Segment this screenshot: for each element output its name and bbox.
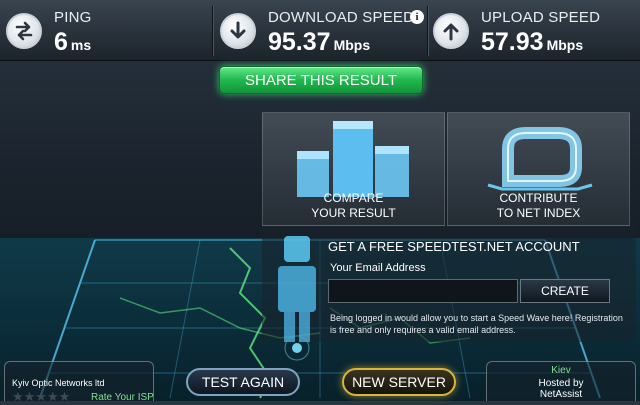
contribute-line2: TO NET INDEX xyxy=(496,206,581,220)
ping-arrows-icon xyxy=(6,13,42,49)
divider xyxy=(212,6,213,56)
contribute-panel[interactable]: CONTRIBUTE TO NET INDEX xyxy=(447,112,630,226)
create-account-button[interactable]: CREATE xyxy=(520,279,610,303)
contribute-line1: CONTRIBUTE xyxy=(499,191,578,205)
compare-line1: COMPARE xyxy=(323,191,384,205)
account-title: GET A FREE SPEEDTEST.NET ACCOUNT xyxy=(328,239,580,254)
download-metric: DOWNLOAD SPEED 95.37 Mbps xyxy=(220,4,430,56)
compare-caption: COMPARE YOUR RESULT xyxy=(263,191,444,221)
test-again-button[interactable]: TEST AGAIN xyxy=(186,368,300,396)
upload-label: UPLOAD SPEED xyxy=(481,9,601,26)
net-index-icon xyxy=(487,127,593,191)
account-signup: GET A FREE SPEEDTEST.NET ACCOUNT Your Em… xyxy=(262,226,636,342)
host-name: NetAssist xyxy=(539,389,583,400)
download-unit: Mbps xyxy=(333,37,371,53)
rate-isp-link[interactable]: Rate Your ISP xyxy=(91,392,154,403)
star-rating[interactable]: ★★★★★ xyxy=(12,389,70,405)
download-label: DOWNLOAD SPEED xyxy=(268,9,415,26)
info-icon[interactable]: i xyxy=(410,10,424,24)
results-bar: PING 6 ms DOWNLOAD SPEED 95.37 Mbps i UPLO… xyxy=(0,0,640,61)
download-value: 95.37 Mbps xyxy=(268,28,371,56)
isp-info: Kyiv Optic Networks ltd ★★★★★ Rate Your … xyxy=(4,361,154,404)
server-info: Kiev Hosted by NetAssist xyxy=(486,361,636,401)
share-result-button[interactable]: SHARE THIS RESULT xyxy=(219,66,423,94)
upload-metric: UPLOAD SPEED 57.93 Mbps xyxy=(433,4,638,56)
person-icon xyxy=(278,236,316,342)
arrow-down-icon xyxy=(220,13,256,49)
isp-name: Kyiv Optic Networks ltd xyxy=(12,378,105,388)
ping-metric: PING 6 ms xyxy=(6,4,206,56)
ping-value: 6 ms xyxy=(54,28,92,56)
email-label: Your Email Address xyxy=(330,262,426,274)
compare-line2: YOUR RESULT xyxy=(311,206,396,220)
contribute-caption: CONTRIBUTE TO NET INDEX xyxy=(448,191,629,221)
account-note: Being logged in would allow you to start… xyxy=(330,313,623,335)
server-city: Kiev xyxy=(551,365,571,376)
arrow-up-icon xyxy=(433,13,469,49)
compare-result-panel[interactable]: COMPARE YOUR RESULT xyxy=(262,112,445,226)
upload-unit: Mbps xyxy=(546,37,584,53)
bar-chart-icon xyxy=(297,121,409,197)
divider xyxy=(427,6,428,56)
ping-label: PING xyxy=(54,9,92,26)
new-server-button[interactable]: NEW SERVER xyxy=(342,368,456,396)
hosted-by-label: Hosted by xyxy=(538,378,584,389)
ping-unit: ms xyxy=(70,37,92,53)
server-host: Hosted by NetAssist xyxy=(487,378,635,400)
email-field[interactable] xyxy=(328,279,518,303)
upload-value: 57.93 Mbps xyxy=(481,28,584,56)
